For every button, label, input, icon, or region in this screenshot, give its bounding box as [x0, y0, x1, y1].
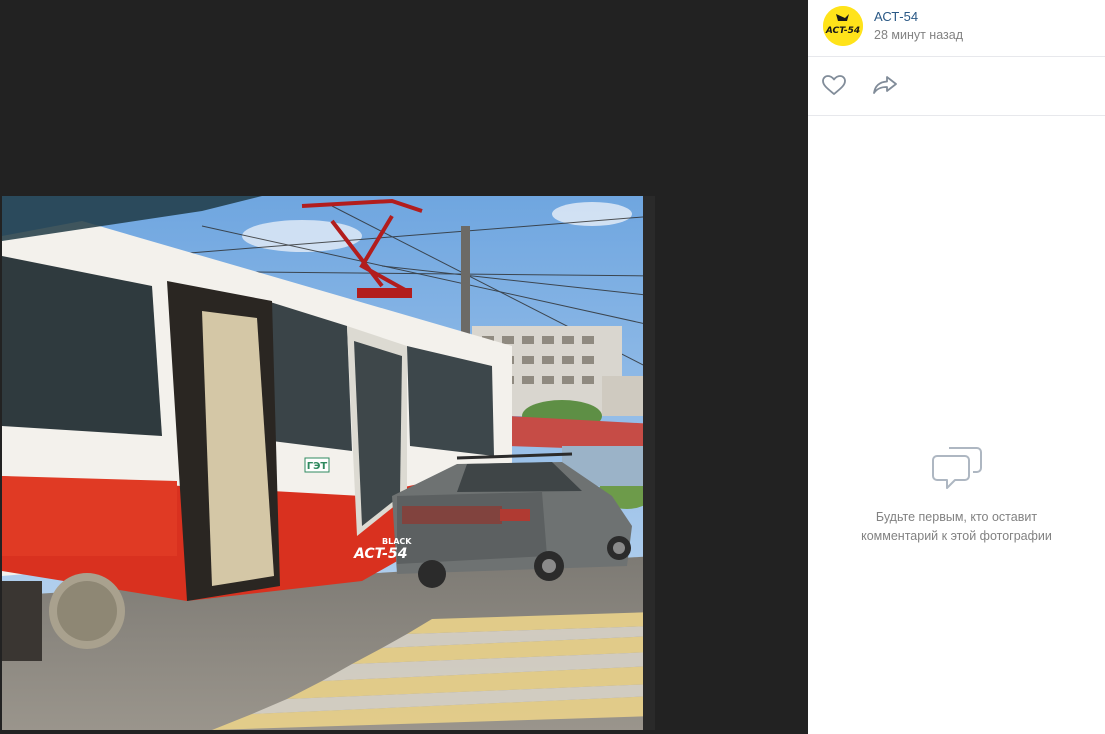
comment-bubbles-icon — [929, 440, 985, 492]
like-button[interactable] — [821, 74, 849, 98]
post-time[interactable]: 28 минут назад — [874, 28, 963, 42]
avatar-text: ACT-54 — [825, 26, 860, 36]
comments-empty-text: Будьте первым, кто оставит комментарий к… — [861, 510, 1052, 543]
photo-viewer: ГЭТ BLACK ACT-54 — [0, 0, 808, 734]
author-avatar[interactable]: ACT-54 — [823, 6, 863, 46]
post-author: ACT-54 АСТ-54 28 минут назад — [808, 0, 1105, 57]
tram-logo: ГЭТ — [307, 461, 328, 472]
post-sidebar: ACT-54 АСТ-54 28 минут назад Будьте перв… — [808, 0, 1105, 734]
watermark-main: ACT-54 — [353, 546, 407, 562]
post-actions — [808, 57, 1105, 116]
share-arrow-icon — [871, 74, 899, 96]
comments-empty-state: Будьте первым, кто оставит комментарий к… — [808, 440, 1105, 546]
heart-icon — [821, 74, 849, 96]
post-photo[interactable]: ГЭТ BLACK ACT-54 — [2, 196, 655, 730]
author-name[interactable]: АСТ-54 — [874, 9, 918, 24]
watermark-small: BLACK — [382, 537, 412, 546]
share-button[interactable] — [871, 74, 899, 98]
